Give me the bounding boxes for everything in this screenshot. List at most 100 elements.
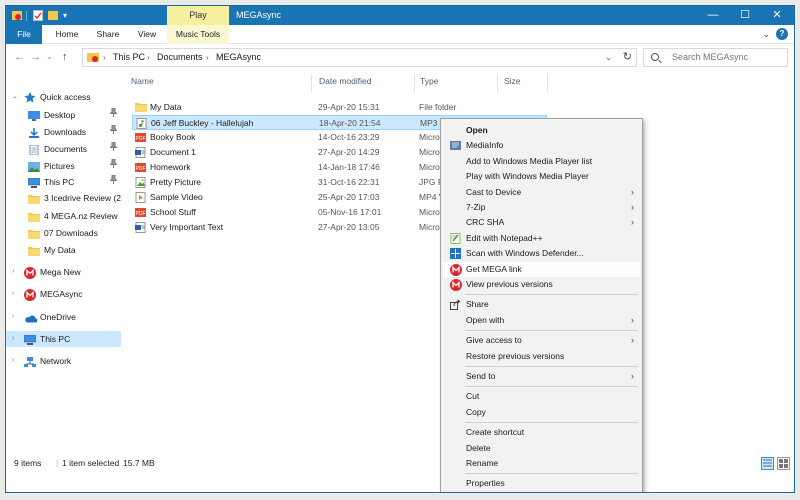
back-icon[interactable]: ← bbox=[14, 51, 25, 63]
file-name: Homework bbox=[150, 162, 191, 172]
sidebar-item-this-pc[interactable]: This PC bbox=[6, 174, 121, 190]
address-dropdown-icon[interactable]: ⌄ bbox=[605, 49, 612, 66]
large-icons-view-icon[interactable] bbox=[777, 457, 790, 470]
sidebar-item-07-downloads[interactable]: 07 Downloads bbox=[6, 225, 121, 241]
menu-item-send-to[interactable]: Send to › bbox=[443, 369, 640, 384]
ribbon-tabs: File Home Share View Music Tools ⌄ ? bbox=[6, 25, 794, 44]
audio-file-icon bbox=[136, 118, 147, 129]
breadcrumb-megasync[interactable]: MEGAsync bbox=[216, 49, 261, 66]
menu-item-add-to-windows-media-player-list[interactable]: Add to Windows Media Player list bbox=[443, 154, 640, 169]
menu-item-delete[interactable]: Delete bbox=[443, 441, 640, 456]
menu-item-scan-with-windows-defender[interactable]: Scan with Windows Defender... bbox=[443, 246, 640, 261]
menu-item-edit-with-notepad[interactable]: Edit with Notepad++ bbox=[443, 231, 640, 246]
window-title: MEGAsync bbox=[236, 10, 282, 20]
column-header-date[interactable]: Date modified bbox=[319, 76, 371, 86]
breadcrumb-separator[interactable]: › bbox=[147, 49, 150, 66]
expand-chevron-icon[interactable]: › bbox=[12, 286, 14, 302]
menu-item-crc-sha[interactable]: CRC SHA › bbox=[443, 215, 640, 230]
sidebar-item-this-pc[interactable]: › This PC bbox=[6, 331, 121, 347]
sidebar-item-my-data[interactable]: My Data bbox=[6, 242, 121, 258]
tab-share[interactable]: Share bbox=[92, 25, 124, 44]
new-folder-icon[interactable] bbox=[48, 10, 58, 21]
column-divider[interactable] bbox=[547, 74, 548, 92]
sidebar-item-mega-new[interactable]: › Mega New bbox=[6, 264, 121, 280]
menu-item-mediainfo[interactable]: MediaInfo bbox=[443, 138, 640, 153]
sidebar-item-downloads[interactable]: Downloads bbox=[6, 124, 121, 140]
menu-item-open[interactable]: Open bbox=[443, 123, 640, 138]
mega-folder-icon[interactable] bbox=[12, 10, 22, 21]
column-header-type[interactable]: Type bbox=[420, 76, 438, 86]
refresh-icon[interactable]: ↻ bbox=[623, 49, 632, 66]
pin-icon[interactable] bbox=[109, 141, 118, 157]
title-bar[interactable]: ▾ Play MEGAsync — ☐ ✕ bbox=[6, 6, 794, 25]
tab-home[interactable]: Home bbox=[51, 25, 83, 44]
contextual-tab-play[interactable]: Play bbox=[167, 6, 229, 25]
sidebar-item-3-icedrive-review-2[interactable]: 3 Icedrive Review (2 bbox=[6, 190, 121, 206]
file-name: Sample Video bbox=[150, 192, 203, 202]
svg-text:PDF: PDF bbox=[136, 211, 146, 217]
menu-item-rename[interactable]: Rename bbox=[443, 456, 640, 471]
pin-icon[interactable] bbox=[109, 107, 118, 123]
menu-item-properties[interactable]: Properties bbox=[443, 476, 640, 491]
expand-chevron-icon[interactable]: › bbox=[12, 264, 14, 280]
pin-icon[interactable] bbox=[109, 158, 118, 174]
tab-file[interactable]: File bbox=[6, 25, 42, 44]
sidebar-item-network[interactable]: › Network bbox=[6, 353, 121, 369]
menu-item-play-with-windows-media-player[interactable]: Play with Windows Media Player bbox=[443, 169, 640, 184]
column-divider[interactable] bbox=[497, 74, 498, 92]
sidebar-item-pictures[interactable]: Pictures bbox=[6, 158, 121, 174]
menu-item-get-mega-link[interactable]: Get MEGA link bbox=[443, 261, 640, 277]
tab-music-tools[interactable]: Music Tools bbox=[167, 25, 229, 44]
maximize-button[interactable]: ☐ bbox=[732, 6, 758, 25]
context-menu: Open MediaInfo Add to Windows Media Player… bbox=[440, 118, 643, 492]
close-button[interactable]: ✕ bbox=[764, 6, 790, 25]
sidebar-item-4-mega-nz-review[interactable]: 4 MEGA.nz Review bbox=[6, 208, 121, 224]
mediainfo-icon bbox=[450, 140, 461, 151]
expand-chevron-icon[interactable]: › bbox=[12, 309, 14, 325]
menu-item-open-with[interactable]: Open with › bbox=[443, 313, 640, 328]
menu-item-cast-to-device[interactable]: Cast to Device › bbox=[443, 185, 640, 200]
customize-toolbar-icon[interactable]: ▾ bbox=[63, 10, 73, 21]
forward-icon[interactable]: → bbox=[30, 51, 41, 63]
menu-item-share[interactable]: Share bbox=[443, 297, 640, 312]
expand-chevron-icon[interactable]: › bbox=[12, 353, 14, 369]
tab-view[interactable]: View bbox=[132, 25, 162, 44]
details-view-icon[interactable] bbox=[761, 457, 774, 470]
column-header-name[interactable]: Name bbox=[131, 76, 154, 86]
address-bar[interactable]: › This PC › Documents › MEGAsync ⌄ ↻ bbox=[82, 48, 637, 67]
divider bbox=[26, 11, 27, 21]
menu-item-create-shortcut[interactable]: Create shortcut bbox=[443, 425, 640, 440]
menu-item-cut[interactable]: Cut bbox=[443, 389, 640, 404]
menu-item-7-zip[interactable]: 7-Zip › bbox=[443, 200, 640, 215]
sidebar-item-quick-access[interactable]: ⌄ Quick access bbox=[6, 89, 121, 105]
column-divider[interactable] bbox=[414, 74, 415, 92]
pin-icon[interactable] bbox=[109, 124, 118, 140]
menu-item-restore-previous-versions[interactable]: Restore previous versions bbox=[443, 349, 640, 364]
breadcrumb-separator[interactable]: › bbox=[103, 49, 106, 66]
file-row[interactable]: My Data 29-Apr-20 15:31 File folder bbox=[132, 100, 547, 115]
help-icon[interactable]: ? bbox=[776, 28, 788, 40]
recent-locations-icon[interactable]: ⌄ bbox=[46, 52, 53, 61]
breadcrumb-separator[interactable]: › bbox=[206, 49, 209, 66]
breadcrumb-this-pc[interactable]: This PC bbox=[113, 49, 145, 66]
menu-item-give-access-to[interactable]: Give access to › bbox=[443, 333, 640, 348]
expand-chevron-icon[interactable]: ⌄ bbox=[12, 89, 18, 105]
sidebar-item-desktop[interactable]: Desktop bbox=[6, 107, 121, 123]
file-date: 27-Apr-20 13:05 bbox=[318, 222, 380, 232]
up-icon[interactable]: ↑ bbox=[62, 51, 68, 63]
search-input[interactable]: Search MEGAsync bbox=[643, 48, 788, 67]
minimize-button[interactable]: — bbox=[700, 6, 726, 25]
expand-chevron-icon[interactable]: › bbox=[12, 331, 14, 347]
menu-item-view-previous-versions[interactable]: View previous versions bbox=[443, 277, 640, 292]
properties-icon[interactable] bbox=[33, 10, 43, 21]
sidebar-item-documents[interactable]: Documents bbox=[6, 141, 121, 157]
column-header-size[interactable]: Size bbox=[504, 76, 521, 86]
menu-item-copy[interactable]: Copy bbox=[443, 405, 640, 420]
sidebar-item-megasync[interactable]: › MEGAsync bbox=[6, 286, 121, 302]
expand-ribbon-icon[interactable]: ⌄ bbox=[762, 29, 770, 40]
menu-separator bbox=[465, 473, 638, 475]
breadcrumb-documents[interactable]: Documents bbox=[157, 49, 203, 66]
sidebar-item-onedrive[interactable]: › OneDrive bbox=[6, 309, 121, 325]
pin-icon[interactable] bbox=[109, 174, 118, 190]
column-divider[interactable] bbox=[311, 74, 312, 92]
